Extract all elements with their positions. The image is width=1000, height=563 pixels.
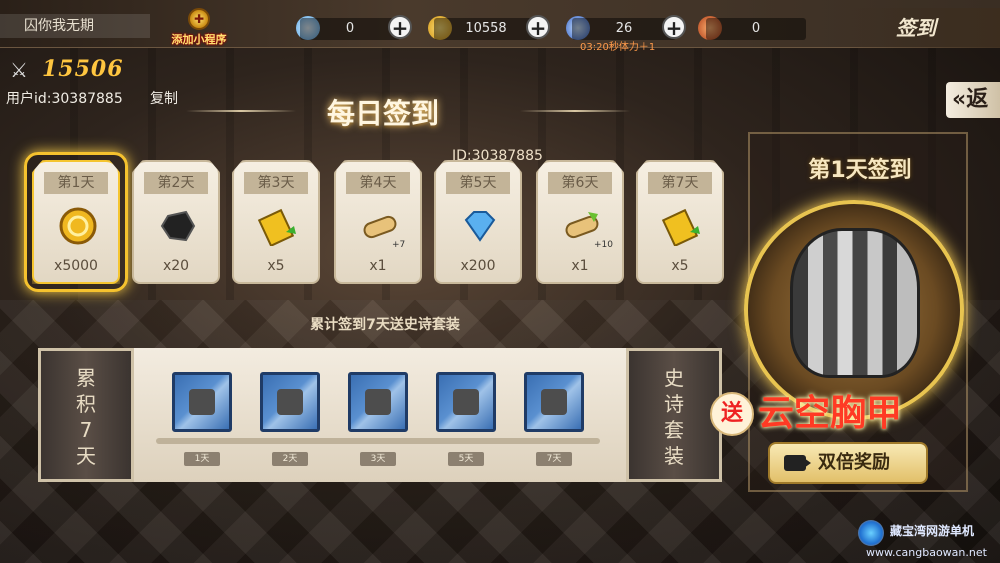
cumulative-reward-1[interactable] bbox=[172, 372, 232, 432]
add-stamina-button[interactable]: + bbox=[662, 15, 686, 39]
diamond-icon bbox=[464, 211, 496, 242]
watermark-site-name: 藏宝湾网游单机 bbox=[890, 524, 975, 538]
day-tick: 1天 bbox=[184, 452, 220, 466]
add-gold-button[interactable]: + bbox=[526, 15, 550, 39]
bonus-badge: +7 bbox=[392, 240, 406, 250]
day-card-5[interactable]: 第5天 x200 bbox=[434, 160, 522, 284]
video-icon bbox=[784, 455, 811, 471]
day-quantity: x1 bbox=[369, 258, 387, 274]
cumulative-left-banner: 累积7天 bbox=[38, 348, 134, 482]
chest-armor-icon[interactable] bbox=[790, 228, 920, 378]
featured-day-title: 第1天签到 bbox=[808, 158, 912, 183]
add-mini-program-button[interactable]: ✚ 添加小程序 bbox=[162, 8, 236, 46]
watermark-url: www.cangbaowan.net bbox=[866, 546, 987, 559]
heading-divider-right bbox=[520, 110, 630, 112]
day-tick: 5天 bbox=[448, 452, 484, 466]
user-id: 用户id:30387885 bbox=[6, 91, 123, 107]
day-card-2[interactable]: 第2天 x20 bbox=[132, 160, 220, 284]
day-tick: 3天 bbox=[360, 452, 396, 466]
day-label: 第6天 bbox=[548, 172, 612, 194]
stamina-counter: 26 bbox=[572, 18, 676, 40]
boots-icon bbox=[541, 389, 567, 415]
cumulative-title: 累计签到7天送史诗套装 bbox=[310, 317, 460, 333]
heading-divider-left bbox=[186, 110, 296, 112]
diamond-counter: 0 bbox=[300, 18, 400, 40]
back-label: 返 bbox=[966, 87, 989, 112]
day-tick: 7天 bbox=[536, 452, 572, 466]
day-label: 第4天 bbox=[346, 172, 410, 194]
cumulative-progress-track bbox=[156, 438, 600, 444]
armor-piece-icon bbox=[453, 389, 479, 415]
day-card-4[interactable]: 第4天 +7 x1 bbox=[334, 160, 422, 284]
token-counter: 0 bbox=[706, 18, 806, 40]
combat-power: 15506 bbox=[42, 56, 124, 82]
day-tick: 2天 bbox=[272, 452, 308, 466]
featured-reward-name: 云空胸甲 bbox=[758, 393, 903, 434]
weapon-icon bbox=[365, 389, 391, 415]
add-diamond-button[interactable]: + bbox=[388, 15, 412, 39]
ore-icon bbox=[160, 210, 196, 242]
back-button[interactable]: «返 bbox=[946, 82, 1000, 118]
gift-badge: 送 bbox=[710, 392, 754, 436]
crossed-swords-icon: ⚔ bbox=[10, 58, 28, 82]
day-card-3[interactable]: 第3天 x5 bbox=[232, 160, 320, 284]
mini-program-icon: ✚ bbox=[188, 8, 210, 30]
day-label: 第2天 bbox=[144, 172, 208, 194]
day-quantity: x20 bbox=[162, 258, 190, 274]
helmet-icon bbox=[189, 389, 215, 415]
day-label: 第5天 bbox=[446, 172, 510, 194]
day-card-7[interactable]: 第7天 x5 bbox=[636, 160, 724, 284]
gauntlet-icon bbox=[277, 389, 303, 415]
ticket-icon bbox=[661, 208, 700, 246]
gold-counter: 10558 bbox=[434, 18, 538, 40]
day-quantity: x5000 bbox=[54, 258, 98, 274]
day-label: 第1天 bbox=[44, 172, 108, 194]
cumulative-left-label: 累积7天 bbox=[76, 366, 96, 468]
cumulative-reward-3[interactable] bbox=[348, 372, 408, 432]
cumulative-reward-4[interactable] bbox=[436, 372, 496, 432]
day-label: 第7天 bbox=[648, 172, 712, 194]
day-quantity: x1 bbox=[571, 258, 589, 274]
cumulative-reward-5[interactable] bbox=[524, 372, 584, 432]
day-quantity: x200 bbox=[460, 258, 496, 274]
mini-program-label: 添加小程序 bbox=[171, 33, 227, 46]
day-quantity: x5 bbox=[671, 258, 689, 274]
stamina-timer: 03:20秒体力＋1 bbox=[580, 42, 656, 53]
daily-signin-heading: 每日签到 bbox=[326, 97, 439, 130]
ticket-icon bbox=[257, 208, 296, 246]
watermark-logo-icon bbox=[858, 520, 884, 546]
day-card-1[interactable]: 第1天 x5000 bbox=[32, 160, 120, 284]
cumulative-right-label: 史诗套装 bbox=[664, 366, 684, 468]
copy-id-button[interactable]: 复制 bbox=[150, 88, 178, 108]
gold-coin-icon bbox=[59, 207, 97, 245]
cumulative-right-banner: 史诗套装 bbox=[626, 348, 722, 482]
bonus-badge: +10 bbox=[594, 240, 613, 250]
page-title: 签到 bbox=[850, 8, 1000, 48]
day-card-6[interactable]: 第6天 +10 x1 bbox=[536, 160, 624, 284]
cumulative-reward-2[interactable] bbox=[260, 372, 320, 432]
day-quantity: x5 bbox=[267, 258, 285, 274]
player-name[interactable]: 囚你我无期 bbox=[0, 14, 150, 38]
day-label: 第3天 bbox=[244, 172, 308, 194]
